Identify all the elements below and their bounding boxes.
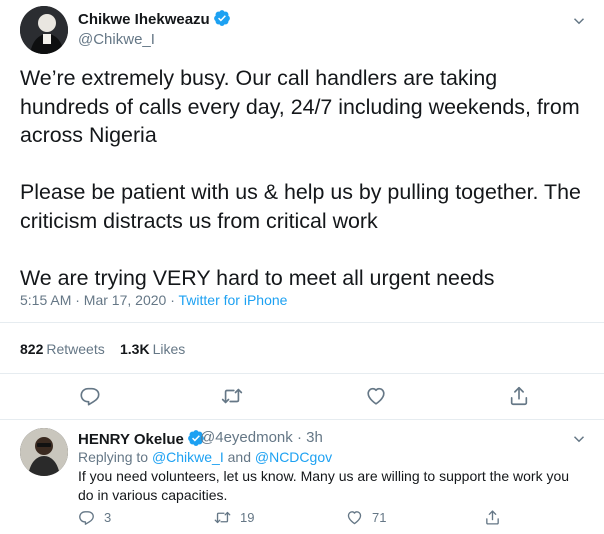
avatar[interactable] — [20, 6, 68, 54]
like-icon[interactable] — [365, 385, 387, 407]
reply-icon — [79, 511, 94, 525]
timestamp[interactable]: 5:15 AM · Mar 17, 2020 · — [20, 292, 179, 308]
mention-link[interactable]: @NCDCgov — [255, 449, 332, 465]
replying-and: and — [223, 449, 255, 465]
reply-author-name[interactable]: HENRY Okelue — [78, 429, 205, 448]
reply-reply-button[interactable]: 3 — [78, 509, 111, 526]
share-icon — [486, 510, 499, 525]
tweet-text: We’re extremely busy. Our call handlers … — [20, 64, 590, 292]
reply-actions: 3 19 71 — [0, 509, 604, 533]
engagement-stats: 822 Retweets 1.3K Likes — [0, 322, 604, 374]
reply-author-handle[interactable]: @4eyedmonk · 3h — [200, 429, 323, 446]
tweet-paragraph: We are trying VERY hard to meet all urge… — [20, 265, 495, 290]
author-photo — [20, 6, 68, 54]
reply-retweet-count: 19 — [240, 510, 255, 525]
mention-link[interactable]: @Chikwe_I — [152, 449, 224, 465]
like-icon — [347, 511, 362, 525]
reply-tweet: HENRY Okelue @4eyedmonk · 3h Replying to… — [0, 421, 604, 534]
retweet-icon[interactable] — [221, 385, 243, 407]
replying-prefix: Replying to — [78, 449, 152, 465]
tweet-actions — [0, 374, 604, 420]
retweet-count: 822 — [20, 341, 44, 357]
reply-share-button[interactable] — [484, 509, 510, 526]
tweet-paragraph: Please be patient with us & help us by p… — [20, 180, 581, 233]
retweet-icon — [214, 511, 231, 524]
verified-badge-icon — [213, 10, 230, 26]
reply-text: If you need volunteers, let us know. Man… — [78, 468, 570, 503]
like-label: Likes — [152, 341, 186, 357]
reply-icon[interactable] — [79, 385, 101, 407]
share-icon[interactable] — [508, 385, 530, 407]
like-count: 1.3K — [120, 341, 150, 357]
source-link[interactable]: Twitter for iPhone — [179, 292, 288, 308]
tweet-paragraph: We’re extremely busy. Our call handlers … — [20, 66, 580, 147]
chevron-down-icon[interactable] — [570, 430, 588, 448]
retweets-stat[interactable]: 822 Retweets — [20, 341, 105, 357]
reply-author-name-text[interactable]: HENRY Okelue — [78, 431, 184, 448]
author-name[interactable]: Chikwe Ihekweazu — [78, 9, 231, 28]
main-tweet: Chikwe Ihekweazu @Chikwe_I We’re extreme… — [0, 0, 604, 420]
author-handle[interactable]: @Chikwe_I — [78, 31, 155, 48]
retweet-label: Retweets — [46, 341, 105, 357]
reply-count: 3 — [104, 510, 112, 525]
tweet-meta: 5:15 AM · Mar 17, 2020 · Twitter for iPh… — [20, 292, 287, 308]
reply-like-button[interactable]: 71 — [346, 509, 386, 526]
author-name-text[interactable]: Chikwe Ihekweazu — [78, 11, 210, 28]
chevron-down-icon[interactable] — [570, 12, 588, 30]
reply-retweet-button[interactable]: 19 — [214, 509, 254, 526]
likes-stat[interactable]: 1.3K Likes — [120, 341, 185, 357]
reply-like-count: 71 — [372, 510, 387, 525]
replying-to: Replying to @Chikwe_I and @NCDCgov — [78, 449, 332, 465]
